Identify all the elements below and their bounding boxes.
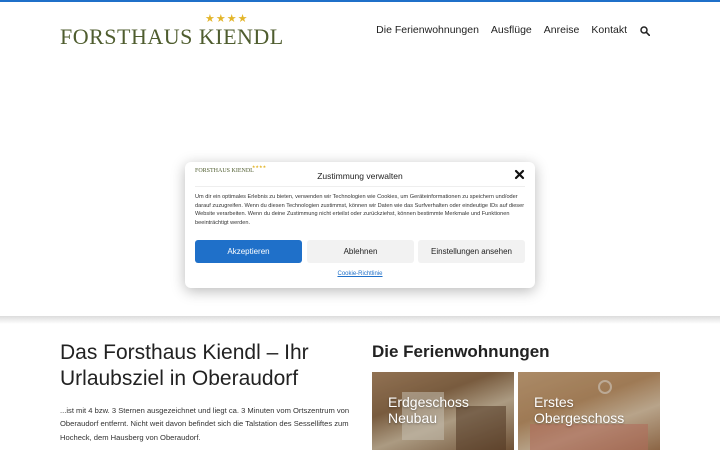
intro-paragraph: ...ist mit 4 bzw. 3 Sternen ausgezeichne… bbox=[60, 406, 350, 442]
site-logo[interactable]: ★★★★ FORSTHAUS KIENDL bbox=[60, 12, 283, 49]
accept-button[interactable]: Akzeptieren bbox=[195, 240, 302, 263]
dialog-title: Zustimmung verwalten bbox=[317, 171, 403, 181]
apartment-card-label: Erdgeschoss Neubau bbox=[388, 394, 469, 426]
logo-text: FORSTHAUS KIENDL bbox=[60, 24, 284, 49]
nav-item-anreise[interactable]: Anreise bbox=[544, 24, 580, 36]
nav-item-ferienwohnungen[interactable]: Die Ferienwohnungen bbox=[376, 24, 479, 36]
nav-item-ausfluege[interactable]: Ausflüge bbox=[491, 24, 532, 36]
search-icon[interactable] bbox=[640, 26, 650, 36]
apartments-heading: Die Ferienwohnungen bbox=[372, 342, 550, 361]
intro-heading: Das Forsthaus Kiendl – Ihr Urlaubsziel i… bbox=[60, 341, 309, 390]
apartment-card-label: Erstes Obergeschoss bbox=[534, 394, 625, 426]
apartment-card-obergeschoss[interactable]: Erstes Obergeschoss bbox=[518, 372, 660, 450]
close-icon[interactable] bbox=[514, 169, 525, 180]
dialog-logo-stars: ★★★★ bbox=[251, 164, 267, 169]
cookie-consent-dialog: FORSTHAUS KIENDL★★★★ Zustimmung verwalte… bbox=[185, 162, 535, 288]
view-settings-button[interactable]: Einstellungen ansehen bbox=[418, 240, 525, 263]
dialog-body-text: Um dir ein optimales Erlebnis zu bieten,… bbox=[195, 194, 525, 226]
deny-button[interactable]: Ablehnen bbox=[307, 240, 414, 263]
main-nav: Die Ferienwohnungen Ausflüge Anreise Kon… bbox=[364, 24, 650, 36]
hero-divider bbox=[0, 316, 720, 324]
cookie-policy-link[interactable]: Cookie-Richtlinie bbox=[185, 271, 535, 277]
apartment-card-erdgeschoss[interactable]: Erdgeschoss Neubau bbox=[372, 372, 514, 450]
dialog-separator bbox=[195, 186, 525, 187]
site-header: ★★★★ FORSTHAUS KIENDL Die Ferienwohnunge… bbox=[0, 2, 720, 62]
nav-item-kontakt[interactable]: Kontakt bbox=[591, 24, 627, 36]
